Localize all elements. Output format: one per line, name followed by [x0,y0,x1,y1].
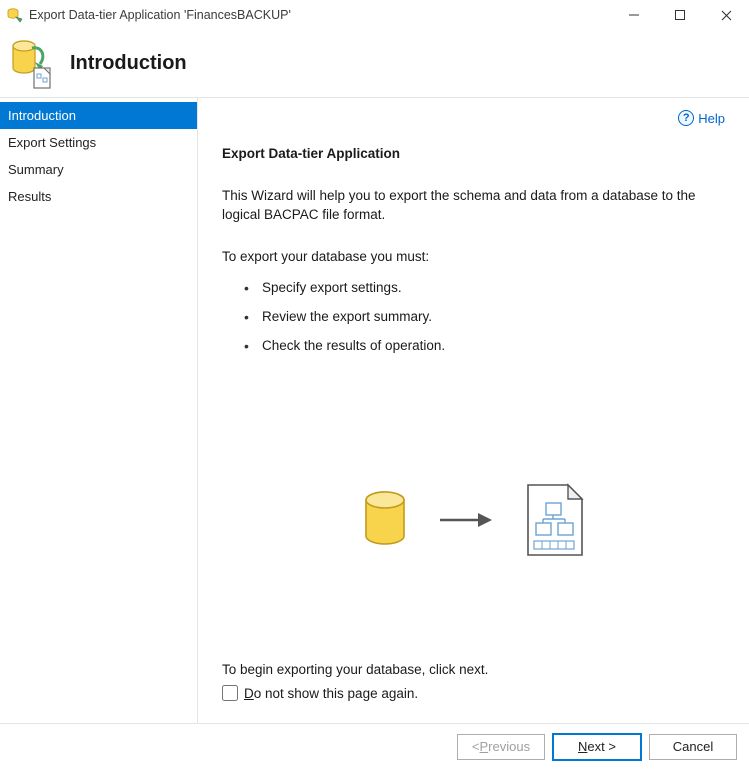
step-item: Specify export settings. [244,280,725,295]
wizard-header: Introduction [0,30,749,98]
window-title: Export Data-tier Application 'FinancesBA… [29,8,611,22]
step-item: Review the export summary. [244,309,725,324]
sidebar-item-results[interactable]: Results [0,183,197,210]
next-button[interactable]: Next > [553,734,641,760]
arrow-right-icon [438,508,494,532]
maximize-button[interactable] [657,0,703,30]
help-icon: ? [678,110,694,126]
help-row: ? Help [222,108,725,128]
document-icon [524,481,586,559]
begin-text: To begin exporting your database, click … [222,662,725,677]
content-heading: Export Data-tier Application [222,146,725,161]
sidebar-item-export-settings[interactable]: Export Settings [0,129,197,156]
help-link[interactable]: ? Help [678,110,725,126]
window-buttons [611,0,749,30]
page-title: Introduction [70,52,187,75]
wizard-footer: < Previous Next > Cancel [0,723,749,769]
cancel-button[interactable]: Cancel [649,734,737,760]
wizard-body: Introduction Export Settings Summary Res… [0,98,749,723]
help-label: Help [698,111,725,126]
database-export-icon [10,38,52,90]
checkbox-label: Do not show this page again. [244,686,418,701]
close-button[interactable] [703,0,749,30]
titlebar: Export Data-tier Application 'FinancesBA… [0,0,749,30]
database-icon [362,490,408,550]
steps-list: Specify export settings. Review the expo… [222,280,725,367]
do-not-show-checkbox-row[interactable]: Do not show this page again. [222,685,725,701]
intro-text: This Wizard will help you to export the … [222,187,725,225]
sidebar-item-summary[interactable]: Summary [0,156,197,183]
app-icon [6,6,24,24]
minimize-button[interactable] [611,0,657,30]
step-item: Check the results of operation. [244,338,725,353]
do-not-show-checkbox[interactable] [222,685,238,701]
steps-lead: To export your database you must: [222,249,725,264]
previous-button: < Previous [457,734,545,760]
sidebar-item-introduction[interactable]: Introduction [0,102,197,129]
wizard-content: ? Help Export Data-tier Application This… [198,98,749,723]
diagram [222,389,725,652]
wizard-sidebar: Introduction Export Settings Summary Res… [0,98,198,723]
